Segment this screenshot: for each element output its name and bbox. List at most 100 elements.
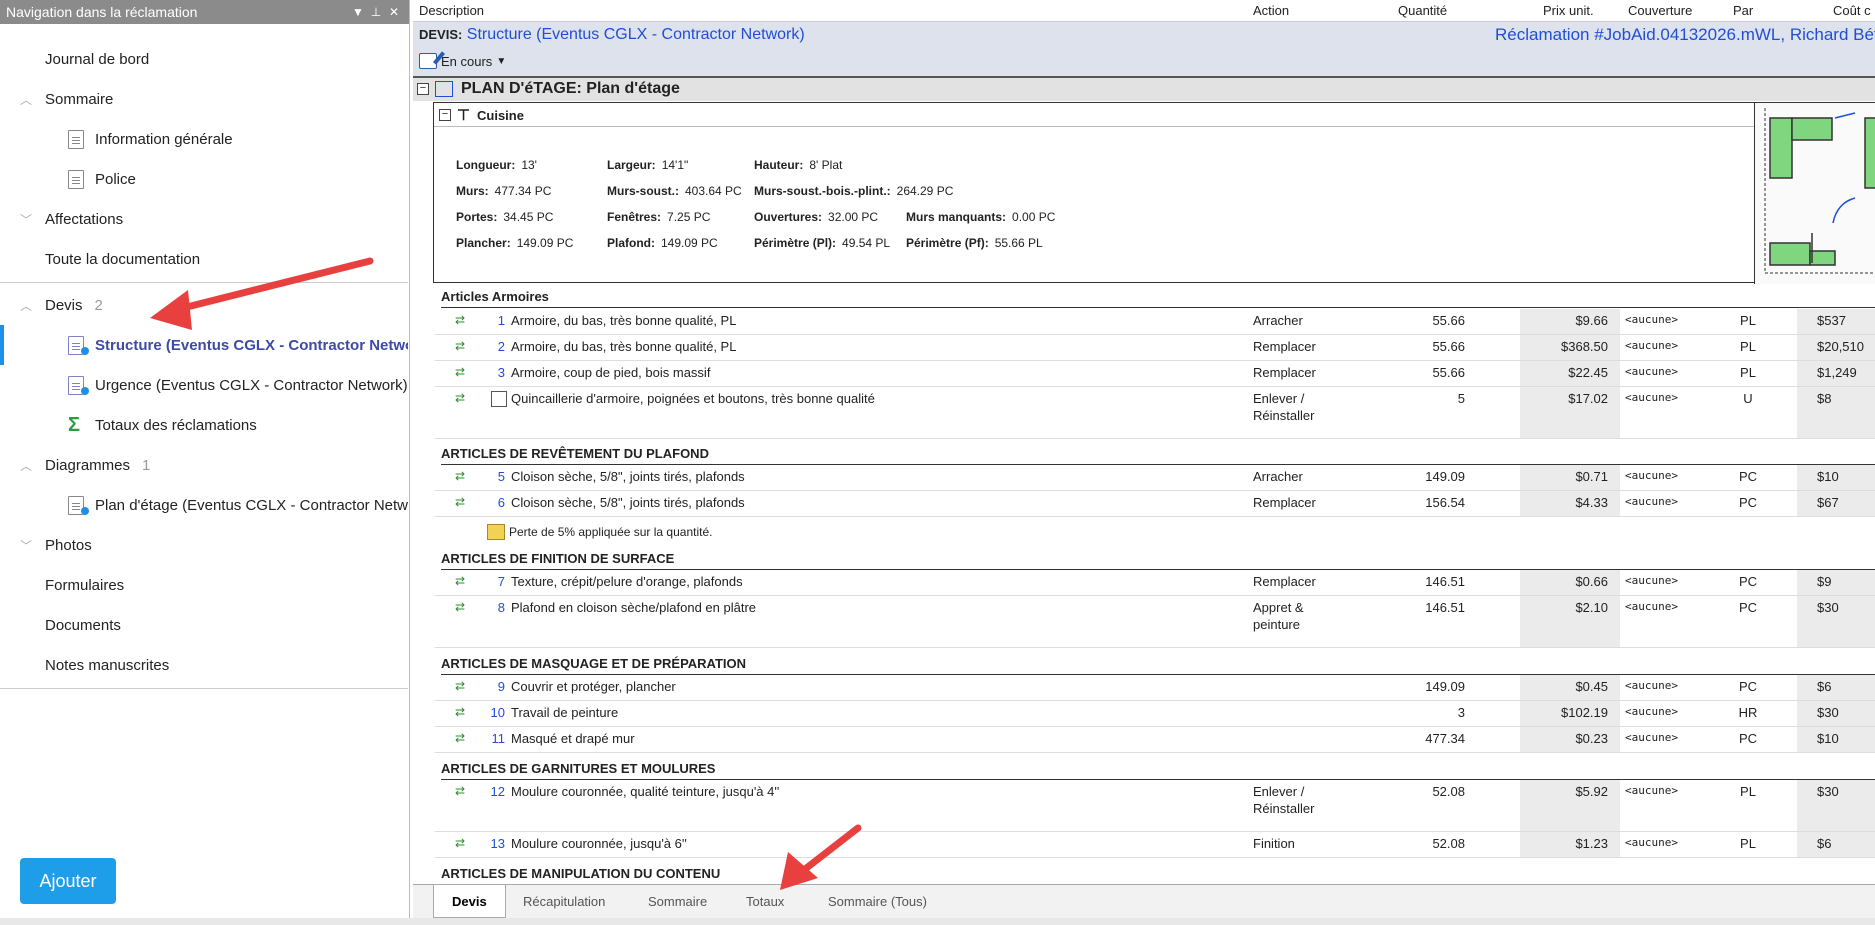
table-row[interactable]: ⇄ 6 Cloison sèche, 5/8", joints tirés, p… (435, 491, 1875, 517)
replace-action-icon[interactable]: ⇄ (455, 575, 466, 587)
line-action: Appret & (1253, 600, 1304, 615)
replace-action-icon[interactable]: ⇄ (455, 496, 466, 508)
replace-action-icon[interactable]: ⇄ (455, 837, 466, 849)
line-number[interactable]: 5 (475, 469, 505, 484)
line-action: Enlever / (1253, 784, 1305, 799)
chevron-down-icon[interactable]: ﹀ (20, 537, 32, 554)
nav-item-claim-totals[interactable]: Σ Totaux des réclamations (0, 405, 408, 445)
col-cost[interactable]: Coût c (1833, 3, 1871, 18)
tab-summary-all[interactable]: Sommaire (Tous) (810, 885, 945, 918)
line-number[interactable]: 11 (475, 731, 506, 746)
claim-link[interactable]: Réclamation #JobAid.04132026.mWL, Richar… (1495, 25, 1875, 45)
line-coverage: <aucune> (1625, 679, 1678, 692)
replace-action-icon[interactable]: ⇄ (455, 314, 466, 326)
col-action[interactable]: Action (1253, 3, 1289, 18)
line-number[interactable]: 7 (475, 574, 505, 589)
table-row[interactable]: ⇄ 8 Plafond en cloison sèche/plafond en … (435, 596, 1875, 648)
line-coverage: <aucune> (1625, 313, 1678, 326)
collapse-icon[interactable]: − (439, 109, 451, 121)
pin-icon[interactable]: ⊥ (367, 5, 385, 19)
col-coverage[interactable]: Couverture (1628, 3, 1692, 18)
line-number[interactable]: 13 (475, 836, 505, 851)
line-number[interactable]: 2 (475, 339, 505, 354)
document-icon (68, 170, 84, 189)
table-row[interactable]: ⇄ 7 Texture, crépit/pelure d'orange, pla… (435, 570, 1875, 596)
nav-item-label: Diagrammes (45, 456, 131, 474)
replace-action-icon[interactable]: ⇄ (455, 601, 466, 613)
room-sketch-thumbnail[interactable] (1754, 103, 1875, 284)
table-row[interactable]: ⇄ 13 Moulure couronnée, jusqu'à 6'' Fini… (435, 832, 1875, 858)
collapse-icon[interactable]: − (417, 83, 429, 95)
dropdown-icon[interactable]: ▼ (349, 5, 367, 19)
add-button[interactable]: Ajouter (20, 858, 116, 904)
stat-walls-sub: Murs-soust.: 403.64 PC (607, 184, 742, 198)
nav-item-floor-plan[interactable]: Plan d'étage (Eventus CGLX - Contractor … (0, 485, 408, 525)
table-row[interactable]: ⇄ 10 Travail de peinture 3 $102.19 <aucu… (435, 701, 1875, 727)
replace-action-icon[interactable]: ⇄ (455, 785, 466, 797)
selection-indicator (0, 325, 4, 365)
nav-item-all-documentation[interactable]: Toute la documentation (0, 239, 408, 279)
nav-item-photos[interactable]: ﹀ Photos (0, 525, 408, 565)
replace-action-icon[interactable]: ⇄ (455, 732, 466, 744)
nav-item-forms[interactable]: Formulaires (0, 565, 408, 605)
navigation-title: Navigation dans la réclamation (6, 4, 198, 20)
table-row[interactable]: ⇄ 11 Masqué et drapé mur 477.34 $0.23 <a… (435, 727, 1875, 753)
chevron-up-icon[interactable]: ︿ (20, 457, 32, 474)
tab-totals[interactable]: Totaux (728, 885, 802, 918)
table-row[interactable]: ⇄ 5 Cloison sèche, 5/8", joints tirés, p… (435, 465, 1875, 491)
nav-item-logbook[interactable]: Journal de bord (0, 39, 408, 79)
line-number[interactable]: 9 (475, 679, 505, 694)
stat-openings: Ouvertures: 32.00 PC (754, 210, 879, 224)
nav-item-handwritten-notes[interactable]: Notes manuscrites (0, 645, 408, 685)
replace-action-icon[interactable]: ⇄ (455, 706, 466, 718)
table-row[interactable]: ⇄ 12 Moulure couronnée, qualité teinture… (435, 780, 1875, 832)
nav-item-urgency-estimate[interactable]: Urgence (Eventus CGLX - Contractor Netwo… (0, 365, 408, 405)
nav-item-diagrams[interactable]: ︿ Diagrammes 1 (0, 445, 408, 485)
checkbox[interactable] (491, 391, 507, 407)
col-unit-price[interactable]: Prix unit. (1543, 3, 1594, 18)
line-action: Remplacer (1253, 365, 1316, 380)
nav-item-structure-estimate[interactable]: Structure (Eventus CGLX - Contractor Net… (0, 325, 408, 365)
line-unit: PC (1738, 679, 1758, 694)
line-number[interactable]: 1 (475, 313, 505, 328)
table-row[interactable]: ⇄ 3 Armoire, coup de pied, bois massif R… (435, 361, 1875, 387)
nav-item-policy[interactable]: Police (0, 159, 408, 199)
table-row[interactable]: ⇄ 9 Couvrir et protéger, plancher 149.09… (435, 675, 1875, 701)
table-row[interactable]: ⇄ 1 Armoire, du bas, très bonne qualité,… (435, 309, 1875, 335)
line-unit: PC (1738, 600, 1758, 615)
line-action: Remplacer (1253, 495, 1316, 510)
line-coverage: <aucune> (1625, 705, 1678, 718)
replace-action-icon[interactable]: ⇄ (455, 470, 466, 482)
col-description[interactable]: Description (419, 3, 484, 18)
close-icon[interactable]: ✕ (385, 5, 403, 19)
status-dropdown[interactable]: En cours ▼ (419, 53, 506, 69)
line-unit-price: $22.45 (1568, 365, 1608, 380)
table-row[interactable]: ⇄ 2 Armoire, du bas, très bonne qualité,… (435, 335, 1875, 361)
tab-estimate[interactable]: Devis (433, 885, 506, 918)
line-number[interactable]: 3 (475, 365, 505, 380)
chevron-up-icon[interactable]: ︿ (20, 91, 32, 108)
line-number[interactable]: 6 (475, 495, 505, 510)
estimate-name-link[interactable]: Structure (Eventus CGLX - Contractor Net… (467, 26, 805, 43)
col-per[interactable]: Par (1733, 3, 1753, 18)
nav-item-estimates[interactable]: ︿ Devis 2 (0, 285, 408, 325)
tab-summary[interactable]: Sommaire (630, 885, 725, 918)
tab-recap[interactable]: Récapitulation (505, 885, 623, 918)
nav-item-summary[interactable]: ︿ Sommaire (0, 79, 408, 119)
replace-action-icon[interactable]: ⇄ (455, 392, 466, 404)
line-number[interactable]: 10 (475, 705, 505, 720)
room-caption: − ⊤ Cuisine (434, 103, 1754, 127)
replace-action-icon[interactable]: ⇄ (455, 340, 466, 352)
replace-action-icon[interactable]: ⇄ (455, 366, 466, 378)
replace-action-icon[interactable]: ⇄ (455, 680, 466, 692)
col-quantity[interactable]: Quantité (1398, 3, 1447, 18)
nav-item-general-info[interactable]: Information générale (0, 119, 408, 159)
table-row[interactable]: ⇄ Quincaillerie d'armoire, poignées et b… (435, 387, 1875, 439)
nav-item-assignments[interactable]: ﹀ Affectations (0, 199, 408, 239)
line-number[interactable]: 12 (475, 784, 505, 799)
nav-item-documents[interactable]: Documents (0, 605, 408, 645)
line-number[interactable]: 8 (475, 600, 505, 615)
chevron-up-icon[interactable]: ︿ (20, 297, 32, 314)
chevron-down-icon[interactable]: ﹀ (20, 211, 32, 228)
stat-missing-walls: Murs manquants: 0.00 PC (906, 210, 1056, 224)
